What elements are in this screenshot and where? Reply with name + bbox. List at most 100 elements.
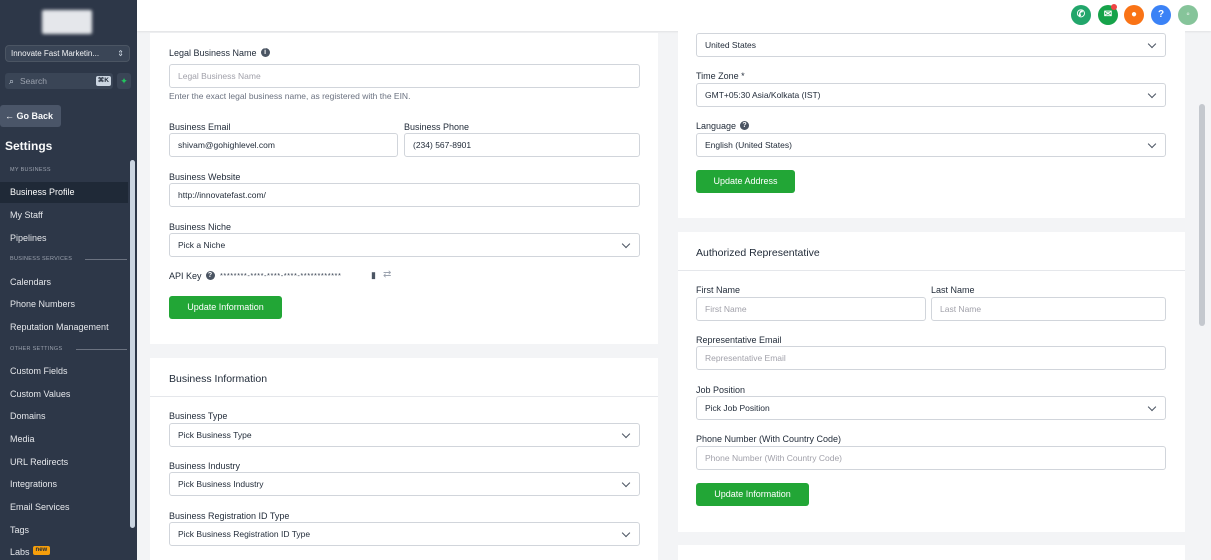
go-back-button[interactable]: ← Go Back [0, 105, 61, 127]
last-name-label: Last Name [931, 285, 975, 295]
notification-icon[interactable]: ● [1124, 5, 1144, 25]
business-email-input[interactable]: shivam@gohighlevel.com [169, 133, 398, 157]
sidebar-item-phone-numbers[interactable]: Phone Numbers [0, 294, 128, 315]
sidebar-item-url-redirects[interactable]: URL Redirects [0, 452, 128, 473]
sidebar-item-pipelines[interactable]: Pipelines [0, 228, 128, 249]
business-industry-value: Pick Business Industry [178, 479, 264, 489]
sidebar-item-tags[interactable]: Tags [0, 520, 128, 541]
legal-name-label-text: Legal Business Name [169, 48, 257, 58]
info-icon[interactable]: i [260, 48, 270, 57]
rep-phone-input[interactable]: Phone Number (With Country Code) [696, 446, 1166, 470]
general-info-card: Legal Business Name i Legal Business Name… [150, 33, 658, 344]
address-card: United States Time Zone * GMT+05:30 Asia… [678, 31, 1185, 218]
language-label: Language? [696, 121, 750, 131]
business-industry-label: Business Industry [169, 461, 241, 471]
api-key-label: API Key? [169, 271, 215, 281]
sidebar-item-custom-values[interactable]: Custom Values [0, 384, 128, 405]
search-placeholder: Search [20, 76, 47, 86]
legal-name-label: Legal Business Name i [169, 48, 270, 58]
business-niche-label: Business Niche [169, 222, 232, 232]
first-name-label: First Name [696, 285, 741, 295]
location-switcher[interactable]: Innovate Fast Marketin... ⇕ [5, 45, 130, 62]
legal-name-input[interactable]: Legal Business Name [169, 64, 640, 88]
sidebar-item-media[interactable]: Media [0, 429, 128, 450]
sidebar-item-email-services[interactable]: Email Services [0, 497, 128, 518]
business-niche-select[interactable]: Pick a Niche [169, 233, 640, 257]
chevron-down-icon [621, 478, 631, 488]
card-divider [678, 270, 1185, 271]
help-icon[interactable]: ? [740, 121, 750, 130]
card-divider [150, 396, 658, 397]
sidebar: Innovate Fast Marketin... ⇕ ⌕ Search ⌘K … [0, 0, 137, 560]
business-email-label: Business Email [169, 122, 231, 132]
legal-name-hint: Enter the exact legal business name, as … [169, 91, 411, 101]
registration-id-label: Business Registration ID Type [169, 511, 290, 521]
authorized-representative-title: Authorized Representative [696, 247, 820, 259]
business-industry-select[interactable]: Pick Business Industry [169, 472, 640, 496]
first-name-input[interactable]: First Name [696, 297, 926, 321]
representative-email-input[interactable]: Representative Email [696, 346, 1166, 370]
registration-id-value: Pick Business Registration ID Type [178, 529, 311, 539]
company-logo [42, 10, 92, 34]
job-position-value: Pick Job Position [705, 403, 770, 413]
language-label-text: Language [696, 121, 737, 131]
section-divider [85, 259, 127, 260]
chevron-down-icon [1147, 89, 1157, 99]
help-icon[interactable]: ? [1151, 5, 1171, 25]
api-key-value: ********-****-****-****-************ [220, 271, 342, 280]
authorized-representative-card: Authorized Representative First Name Fir… [678, 232, 1185, 532]
chevron-down-icon [1147, 39, 1157, 49]
language-value: English (United States) [705, 140, 792, 150]
chevron-down-icon [621, 528, 631, 538]
country-select[interactable]: United States [696, 33, 1166, 57]
business-phone-label: Business Phone [404, 122, 470, 132]
registration-id-select[interactable]: Pick Business Registration ID Type [169, 522, 640, 546]
last-name-input[interactable]: Last Name [931, 297, 1166, 321]
business-type-select[interactable]: Pick Business Type [169, 423, 640, 447]
business-phone-input[interactable]: (234) 567-8901 [404, 133, 640, 157]
page-scrollbar[interactable] [1199, 104, 1205, 326]
job-position-select[interactable]: Pick Job Position [696, 396, 1166, 420]
sidebar-item-reputation-management[interactable]: Reputation Management [0, 317, 128, 338]
chevron-down-icon [1147, 402, 1157, 412]
business-type-value: Pick Business Type [178, 430, 252, 440]
language-select[interactable]: English (United States) [696, 133, 1166, 157]
business-information-title: Business Information [169, 373, 268, 385]
sidebar-item-labs[interactable]: Labs new [0, 542, 128, 560]
phone-icon[interactable]: ✆ [1071, 5, 1091, 25]
new-badge: new [32, 546, 51, 555]
chevron-down-icon [621, 239, 631, 249]
sidebar-search[interactable]: ⌕ Search ⌘K [5, 73, 113, 89]
update-address-button[interactable]: Update Address [696, 170, 795, 193]
business-website-input[interactable]: http://innovatefast.com/ [169, 183, 640, 207]
country-value: United States [705, 40, 757, 50]
rep-update-information-button[interactable]: Update Information [696, 483, 809, 506]
business-type-label: Business Type [169, 411, 228, 421]
sidebar-item-domains[interactable]: Domains [0, 406, 128, 427]
update-information-button[interactable]: Update Information [169, 296, 282, 319]
sidebar-item-custom-fields[interactable]: Custom Fields [0, 361, 128, 382]
avatar[interactable]: ◦ [1178, 5, 1198, 25]
updown-chevron-icon: ⇕ [117, 49, 124, 58]
sidebar-scrollbar[interactable] [130, 160, 135, 528]
sidebar-item-business-profile[interactable]: Business Profile [0, 182, 128, 203]
quick-action-icon[interactable]: ✦ [117, 73, 131, 89]
copy-icon[interactable]: ▮ [371, 270, 376, 281]
help-icon[interactable]: ? [205, 271, 215, 280]
representative-email-label: Representative Email [696, 335, 782, 345]
refresh-icon[interactable]: ⇄ [383, 269, 391, 280]
section-business-services: BUSINESS SERVICES [10, 256, 73, 262]
search-shortcut: ⌘K [95, 76, 111, 86]
timezone-label: Time Zone * [696, 71, 745, 81]
labs-label: Labs [10, 547, 30, 557]
sidebar-item-integrations[interactable]: Integrations [0, 474, 128, 495]
timezone-select[interactable]: GMT+05:30 Asia/Kolkata (IST) [696, 83, 1166, 107]
chevron-down-icon [621, 429, 631, 439]
section-divider [76, 349, 127, 350]
section-my-business: MY BUSINESS [10, 167, 51, 173]
business-information-card: Business Information Business Type Pick … [150, 358, 658, 560]
sidebar-item-my-staff[interactable]: My Staff [0, 205, 128, 226]
sidebar-item-calendars[interactable]: Calendars [0, 272, 128, 293]
business-niche-value: Pick a Niche [178, 240, 226, 250]
go-back-label: Go Back [16, 111, 54, 121]
